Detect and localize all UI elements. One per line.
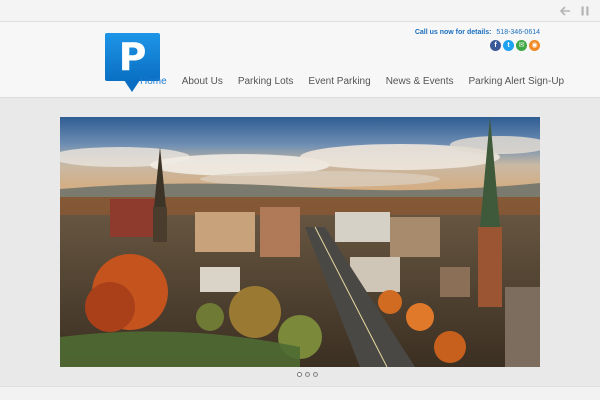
menu-item-parking-lots[interactable]: Parking Lots bbox=[238, 76, 294, 87]
rss-icon[interactable]: ◉ bbox=[529, 40, 540, 51]
menu-item-home[interactable]: Home bbox=[140, 76, 167, 87]
main-menu: Home About Us Parking Lots Event Parking… bbox=[140, 76, 564, 87]
menu-item-event-parking[interactable]: Event Parking bbox=[308, 76, 370, 87]
city-aerial-photo bbox=[60, 117, 540, 367]
slider-controls bbox=[558, 4, 592, 18]
contact-info: Call us now for details: 518-346-0614 bbox=[415, 29, 540, 36]
hero-slider[interactable] bbox=[60, 117, 540, 367]
slider-pagination bbox=[297, 372, 318, 377]
email-icon[interactable]: ✉ bbox=[516, 40, 527, 51]
menu-item-parking-alert-signup[interactable]: Parking Alert Sign-Up bbox=[469, 76, 565, 87]
slider-dot-2[interactable] bbox=[305, 372, 310, 377]
top-bar bbox=[0, 0, 600, 22]
logo-letter: P bbox=[118, 35, 147, 79]
pause-icon[interactable] bbox=[578, 4, 592, 18]
site-header: P Call us now for details: 518-346-0614 … bbox=[0, 22, 600, 98]
logo-pointer bbox=[124, 80, 140, 92]
twitter-icon[interactable]: t bbox=[503, 40, 514, 51]
facebook-icon[interactable]: f bbox=[490, 40, 501, 51]
contact-phone[interactable]: 518-346-0614 bbox=[496, 29, 540, 36]
social-links: f t ✉ ◉ bbox=[490, 40, 540, 51]
menu-item-about-us[interactable]: About Us bbox=[182, 76, 223, 87]
contact-label: Call us now for details: bbox=[414, 29, 492, 36]
menu-item-news-events[interactable]: News & Events bbox=[386, 76, 454, 87]
back-arrow-icon[interactable] bbox=[558, 4, 572, 18]
footer-strip bbox=[0, 386, 600, 400]
slider-dot-1[interactable] bbox=[297, 372, 302, 377]
slider-dot-3[interactable] bbox=[313, 372, 318, 377]
